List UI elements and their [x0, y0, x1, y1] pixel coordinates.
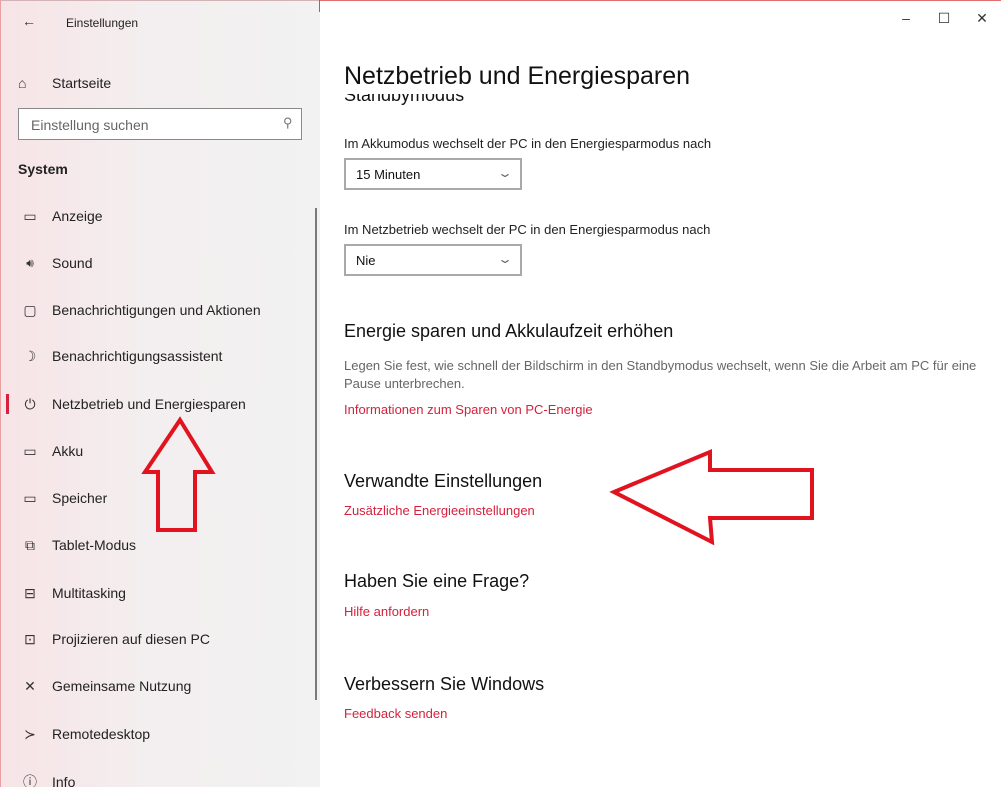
storage-icon: ▭: [23, 489, 37, 506]
sidebar-item-label: Projizieren auf diesen PC: [52, 631, 210, 647]
active-indicator: [6, 394, 9, 414]
sidebar-item-tablet-modus[interactable]: ⧉ Tablet-Modus: [0, 523, 318, 567]
section-heading: System: [18, 161, 68, 177]
additional-power-settings-link[interactable]: Zusätzliche Energieeinstellungen: [344, 503, 535, 518]
speaker-icon: 🔊︎: [26, 255, 34, 270]
sidebar-item-label: Tablet-Modus: [52, 537, 137, 553]
info-icon: ⓘ: [23, 774, 37, 787]
sidebar-item-label: Anzeige: [52, 208, 103, 224]
back-arrow-icon[interactable]: ←: [22, 13, 36, 29]
standby-heading: Standbymodus: [344, 94, 465, 105]
improve-windows-heading: Verbessern Sie Windows: [344, 674, 545, 694]
battery-sleep-select[interactable]: 15 Minuten ⌄: [344, 158, 522, 190]
power-icon: ⏻: [24, 395, 36, 412]
settings-window: ← Einstellungen ⌂ Startseite ⚲ System ▭ …: [0, 0, 1001, 787]
minimize-icon[interactable]: –: [887, 0, 925, 36]
sidebar-item-info[interactable]: ⓘ Info: [0, 760, 318, 787]
sidebar-item-label: Netzbetrieb und Energiesparen: [52, 396, 246, 412]
focus-marker: [319, 0, 320, 12]
window-border: [0, 0, 1, 787]
sidebar-item-label: Speicher: [52, 490, 108, 506]
sidebar-item-label: Sound: [52, 255, 93, 271]
home-label: Startseite: [52, 75, 112, 91]
search-input[interactable]: [29, 115, 273, 135]
sidebar-item-label: Akku: [52, 443, 84, 459]
ac-sleep-label: Im Netzbetrieb wechselt der PC in den En…: [344, 222, 711, 237]
sidebar-item-label: Remotedesktop: [52, 726, 151, 742]
sidebar-item-speicher[interactable]: ▭ Speicher: [0, 476, 318, 520]
maximize-icon[interactable]: ☐: [925, 0, 963, 36]
sidebar-item-netzbetrieb[interactable]: ⏻ Netzbetrieb und Energiesparen: [0, 382, 318, 426]
sidebar-item-benachrichtigungsassistent[interactable]: ☽ Benachrichtigungsassistent: [0, 334, 318, 378]
moon-icon: ☽: [23, 347, 37, 364]
window-controls: – ☐ ✕: [887, 0, 1001, 40]
question-heading: Haben Sie eine Frage?: [344, 571, 530, 591]
ac-sleep-select[interactable]: Nie ⌄: [344, 244, 522, 276]
sidebar-item-label: Info: [52, 774, 76, 787]
share-icon: ✕: [24, 677, 36, 694]
app-title: Einstellungen: [66, 16, 139, 30]
energy-save-heading: Energie sparen und Akkulaufzeit erhöhen: [344, 321, 674, 341]
get-help-link[interactable]: Hilfe anfordern: [344, 604, 429, 619]
related-settings-heading: Verwandte Einstellungen: [344, 471, 543, 491]
ac-sleep-value: Nie: [356, 253, 376, 268]
energy-info-link[interactable]: Informationen zum Sparen von PC-Energie: [344, 402, 593, 417]
project-icon: ⊡: [24, 630, 36, 647]
sidebar-scrollbar[interactable]: [315, 208, 317, 700]
display-icon: ▭: [23, 207, 37, 224]
sidebar-item-anzeige[interactable]: ▭ Anzeige: [0, 194, 318, 238]
sidebar-item-multitasking[interactable]: ⊟ Multitasking: [0, 571, 318, 615]
sidebar-item-gemeinsame-nutzung[interactable]: ✕ Gemeinsame Nutzung: [0, 664, 318, 708]
sidebar-item-label: Gemeinsame Nutzung: [52, 678, 192, 694]
sidebar-item-label: Benachrichtigungen und Aktionen: [52, 302, 261, 318]
page-title: Netzbetrieb und Energiesparen: [344, 62, 691, 90]
sidebar-item-remotedesktop[interactable]: ≻ Remotedesktop: [0, 712, 318, 756]
home-icon: ⌂: [18, 75, 27, 91]
tablet-mode-icon: ⧉: [25, 536, 35, 553]
multitasking-icon: ⊟: [24, 584, 36, 601]
home-link[interactable]: ⌂ Startseite: [18, 72, 111, 94]
sidebar-item-projizieren[interactable]: ⊡ Projizieren auf diesen PC: [0, 617, 318, 661]
sidebar: ← Einstellungen ⌂ Startseite ⚲ System ▭ …: [0, 0, 320, 787]
main-content: – ☐ ✕ Netzbetrieb und Energiesparen Stan…: [320, 0, 1001, 787]
feedback-link[interactable]: Feedback senden: [344, 706, 447, 721]
title-bar: ← Einstellungen: [0, 0, 320, 40]
sidebar-item-label: Multitasking: [52, 585, 126, 601]
battery-sleep-label: Im Akkumodus wechselt der PC in den Ener…: [344, 136, 712, 151]
chevron-down-icon: ⌄: [496, 252, 514, 266]
search-box[interactable]: ⚲: [18, 108, 302, 140]
window-border: [0, 0, 320, 1]
sidebar-item-sound[interactable]: 🔊︎ Sound: [0, 241, 318, 285]
energy-save-description: Legen Sie fest, wie schnell der Bildschi…: [344, 358, 977, 391]
sidebar-item-benachrichtigungen[interactable]: ▢ Benachrichtigungen und Aktionen: [0, 288, 318, 332]
remote-desktop-icon: ≻: [24, 725, 36, 742]
window-border: [320, 0, 1001, 1]
sidebar-item-label: Benachrichtigungsassistent: [52, 348, 223, 364]
battery-sleep-value: 15 Minuten: [356, 167, 421, 182]
sidebar-item-akku[interactable]: ▭ Akku: [0, 429, 318, 473]
notification-icon: ▢: [23, 301, 37, 318]
chevron-down-icon: ⌄: [496, 166, 514, 180]
close-icon[interactable]: ✕: [963, 0, 1001, 36]
search-icon[interactable]: ⚲: [283, 115, 293, 131]
battery-icon: ▭: [23, 442, 37, 459]
